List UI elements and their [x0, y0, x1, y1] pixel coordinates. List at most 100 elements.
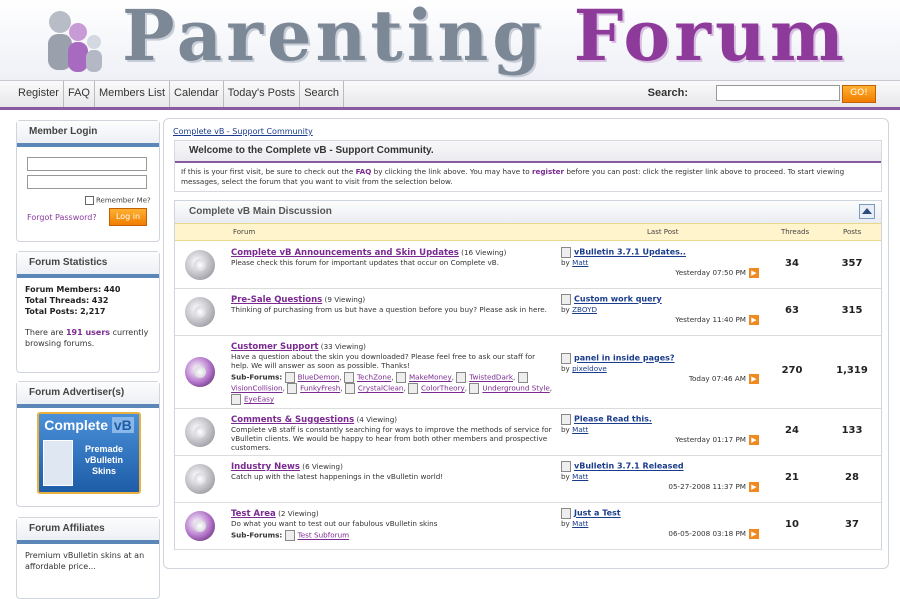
- go-to-last-post-icon[interactable]: ▶: [749, 435, 759, 445]
- last-post-time-text: Yesterday 11:40 PM: [675, 315, 746, 324]
- search-go-button[interactable]: GO!: [842, 85, 876, 103]
- nav-calendar[interactable]: Calendar: [170, 81, 224, 107]
- go-to-last-post-icon[interactable]: ▶: [749, 268, 759, 278]
- forum-description: Do what you want to test out our fabulou…: [231, 519, 438, 528]
- forum-row[interactable]: Test Area (2 Viewing) Do what you want to…: [175, 502, 881, 550]
- last-post-time-text: 05-27-2008 11:37 PM: [668, 482, 746, 491]
- forum-title-link[interactable]: Customer Support: [231, 342, 318, 352]
- last-post-author-link[interactable]: Matt: [572, 425, 588, 434]
- subforum-link[interactable]: VisionCollision: [231, 384, 283, 393]
- last-post-author: by Matt: [561, 425, 761, 435]
- forum-info: Customer Support (33 Viewing) Have a ques…: [231, 342, 555, 405]
- password-input[interactable]: [27, 175, 147, 189]
- nav-todays-posts[interactable]: Today's Posts: [224, 81, 301, 107]
- post-icon: [561, 508, 571, 519]
- forum-statistics-body: Forum Members: 440 Total Threads: 432 To…: [17, 278, 159, 355]
- stat-posts-value: 2,217: [80, 307, 106, 316]
- last-post-author-link[interactable]: Matt: [572, 258, 588, 267]
- login-button[interactable]: Log in: [109, 208, 147, 226]
- col-posts: Posts: [843, 228, 862, 236]
- subforum-link[interactable]: EyeEasy: [244, 395, 274, 404]
- forum-status-icon: [185, 464, 215, 494]
- forum-affiliates-box: Forum Affiliates Premium vBulletin skins…: [16, 517, 160, 599]
- search-input[interactable]: [716, 85, 840, 101]
- collapse-icon[interactable]: [859, 204, 875, 219]
- forum-statistics-box: Forum Statistics Forum Members: 440 Tota…: [16, 251, 160, 373]
- online-users-text: There are 191 users currently browsing f…: [25, 327, 151, 349]
- last-post: vBulletin 3.7.1 Updates.. by Matt Yesterda…: [561, 247, 761, 278]
- col-forum: Forum: [233, 228, 256, 236]
- subforum-link[interactable]: Underground Style: [482, 384, 549, 393]
- forum-advertiser-header: Forum Advertiser(s): [17, 382, 159, 408]
- stat-members-label: Forum Members:: [25, 285, 102, 294]
- thread-count: 63: [785, 304, 799, 316]
- last-post-author-link[interactable]: ZBOYD: [572, 305, 597, 314]
- subforum-link[interactable]: TechZone: [357, 373, 391, 382]
- last-post-author: by ZBOYD: [561, 305, 761, 315]
- last-post-author-link[interactable]: Matt: [572, 472, 588, 481]
- last-post-author-link[interactable]: pixeldove: [572, 364, 607, 373]
- last-post-author-link[interactable]: Matt: [572, 519, 588, 528]
- last-post-author: by Matt: [561, 258, 761, 268]
- nav-register[interactable]: Register: [0, 81, 64, 107]
- forum-row[interactable]: Complete vB Announcements and Skin Updat…: [175, 241, 881, 289]
- last-post-title-link[interactable]: panel in inside pages?: [574, 354, 675, 363]
- nav-faq[interactable]: FAQ: [64, 81, 95, 107]
- subforum-link[interactable]: ColorTheory: [421, 384, 465, 393]
- forum-title-link[interactable]: Pre-Sale Questions: [231, 295, 322, 305]
- site-banner: Parenting Forum: [0, 0, 900, 80]
- complete-vb-ad-banner[interactable]: Complete vB Premade vBulletin Skins: [37, 412, 141, 494]
- post-icon: [561, 247, 571, 258]
- search-label: Search:: [647, 87, 688, 99]
- forum-affiliates-header: Forum Affiliates: [17, 518, 159, 544]
- last-post-title-link[interactable]: Please Read this.: [574, 415, 652, 424]
- forum-row[interactable]: Customer Support (33 Viewing) Have a ques…: [175, 335, 881, 409]
- forum-row[interactable]: Pre-Sale Questions (9 Viewing) Thinking o…: [175, 288, 881, 336]
- nav-members-list[interactable]: Members List: [95, 81, 171, 107]
- ad-title: Complete vB: [39, 417, 139, 433]
- last-post-title-link[interactable]: vBulletin 3.7.1 Updates..: [574, 248, 686, 257]
- stat-threads: Total Threads: 432: [25, 295, 151, 306]
- last-post-author: by pixeldove: [561, 364, 761, 374]
- welcome-text2: by clicking the link above. You may have…: [373, 167, 530, 176]
- last-post-title-link[interactable]: vBulletin 3.7.1 Released: [574, 462, 684, 471]
- forum-title-link[interactable]: Complete vB Announcements and Skin Updat…: [231, 248, 459, 258]
- last-post-title-link[interactable]: Custom work query: [574, 295, 662, 304]
- last-post-title-link[interactable]: Just a Test: [574, 509, 621, 518]
- remember-me[interactable]: Remember Me?: [85, 196, 151, 205]
- subforum-link[interactable]: BlueDemon: [298, 373, 340, 382]
- forum-title-link[interactable]: Test Area: [231, 509, 276, 519]
- forum-title-link[interactable]: Industry News: [231, 462, 300, 472]
- forum-row[interactable]: Industry News (6 Viewing) Catch up with t…: [175, 455, 881, 503]
- register-link[interactable]: register: [532, 167, 564, 176]
- online-users-link[interactable]: 191 users: [66, 328, 110, 337]
- subforum-link[interactable]: Test Subforum: [298, 531, 350, 540]
- welcome-text: If this is your first visit, be sure to …: [175, 163, 881, 191]
- faq-link[interactable]: FAQ: [356, 167, 372, 176]
- username-input[interactable]: [27, 157, 147, 171]
- subforum-icon: [408, 383, 419, 394]
- subforum-link[interactable]: CrystalClean: [358, 384, 404, 393]
- breadcrumb[interactable]: Complete vB - Support Community: [173, 127, 313, 136]
- subforums: Sub-Forums: BlueDemon, TechZone, MakeMon…: [231, 372, 553, 405]
- forum-row[interactable]: Comments & Suggestions (4 Viewing) Comple…: [175, 408, 881, 456]
- forum-status-icon: [185, 297, 215, 327]
- go-to-last-post-icon[interactable]: ▶: [749, 529, 759, 539]
- go-to-last-post-icon[interactable]: ▶: [749, 482, 759, 492]
- remember-me-checkbox[interactable]: [85, 196, 94, 205]
- thread-count: 21: [785, 471, 799, 483]
- column-header-row: Forum Last Post Threads Posts: [175, 223, 881, 241]
- forum-info: Pre-Sale Questions (9 Viewing) Thinking o…: [231, 295, 555, 314]
- subforum-link[interactable]: FunkyFresh: [300, 384, 340, 393]
- forum-viewing-count: (9 Viewing): [324, 295, 366, 304]
- subforum-link[interactable]: TwistedDark: [469, 373, 513, 382]
- last-post-time-text: Yesterday 07:50 PM: [675, 268, 746, 277]
- forum-title-link[interactable]: Comments & Suggestions: [231, 415, 354, 425]
- go-to-last-post-icon[interactable]: ▶: [749, 315, 759, 325]
- last-post-time: 05-27-2008 11:37 PM ▶: [668, 482, 759, 492]
- forgot-password-link[interactable]: Forgot Password?: [27, 213, 97, 222]
- go-to-last-post-icon[interactable]: ▶: [749, 374, 759, 384]
- nav-search[interactable]: Search: [300, 81, 345, 107]
- subforum-link[interactable]: MakeMoney: [409, 373, 452, 382]
- subforums: Sub-Forums: Test Subforum: [231, 530, 555, 541]
